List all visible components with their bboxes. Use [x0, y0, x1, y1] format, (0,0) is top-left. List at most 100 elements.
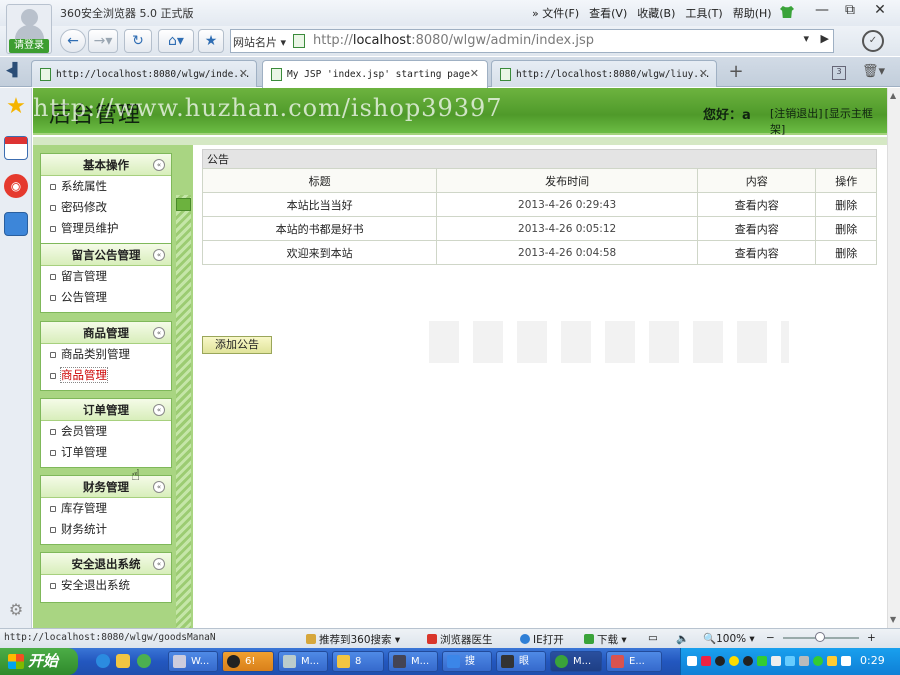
- go-button[interactable]: ▶: [821, 32, 829, 45]
- download-menu[interactable]: 下载 ▾: [584, 632, 627, 647]
- add-announcement-button[interactable]: 添加公告: [202, 336, 272, 354]
- menu-favorites[interactable]: 收藏(B): [637, 5, 675, 21]
- tab-close-icon[interactable]: ✕: [699, 67, 708, 80]
- mobile-icon[interactable]: [4, 212, 28, 236]
- sidebar-item-messages[interactable]: 留言管理: [41, 266, 171, 287]
- tray-icon[interactable]: [757, 656, 767, 666]
- tray-icon[interactable]: [687, 656, 697, 666]
- collapse-icon[interactable]: «: [153, 481, 165, 493]
- taskbar-item[interactable]: 搜: [442, 651, 492, 672]
- scroll-down-icon[interactable]: ▼: [890, 615, 896, 624]
- ie-open[interactable]: IE打开: [520, 632, 564, 647]
- tab-close-icon[interactable]: ✕: [470, 67, 479, 80]
- browser-doctor[interactable]: 浏览器医生: [427, 632, 493, 647]
- view-content-link[interactable]: 查看内容: [697, 216, 817, 241]
- favorites-star-icon[interactable]: ★: [4, 96, 28, 120]
- closed-tabs-trash-icon[interactable]: 🗑▾: [862, 64, 885, 79]
- sidebar-item-announcements[interactable]: 公告管理: [41, 287, 171, 308]
- menu-group-title[interactable]: 财务管理 «: [41, 476, 171, 498]
- menu-help[interactable]: 帮助(H): [733, 5, 772, 21]
- view-content-link[interactable]: 查看内容: [697, 240, 817, 265]
- volume-tray-icon[interactable]: [799, 656, 809, 666]
- new-tab-button[interactable]: +: [724, 62, 748, 84]
- splitter-toggle-icon[interactable]: [176, 198, 191, 211]
- qq-tray-icon[interactable]: [715, 656, 725, 666]
- tray-icon[interactable]: [771, 656, 781, 666]
- delete-link[interactable]: 删除: [815, 240, 877, 265]
- recommend-360-search[interactable]: 推荐到360搜索 ▾: [306, 632, 400, 647]
- address-bar[interactable]: 网站名片 ▾ http://localhost:8080/wlgw/admin/…: [230, 29, 834, 53]
- menu-group-title[interactable]: 订单管理 «: [41, 399, 171, 421]
- qq-tray-icon[interactable]: [743, 656, 753, 666]
- sidebar-item-goods-categories[interactable]: 商品类别管理: [41, 344, 171, 365]
- sidebar-item-finance-stats[interactable]: 财务统计: [41, 519, 171, 540]
- sidebar-item-orders[interactable]: 订单管理: [41, 442, 171, 463]
- sidebar-item-logout[interactable]: 安全退出系统: [41, 575, 171, 596]
- clock[interactable]: 0:29: [860, 654, 885, 667]
- sidebar-item-goods[interactable]: 商品管理: [41, 365, 171, 386]
- start-button[interactable]: 开始: [0, 648, 78, 675]
- taskbar-item[interactable]: 眼: [496, 651, 546, 672]
- taskbar-item[interactable]: W...: [168, 651, 218, 672]
- url-text[interactable]: http://localhost:8080/wlgw/admin/index.j…: [313, 33, 594, 48]
- home-button[interactable]: ⌂▾: [158, 29, 194, 53]
- menu-group-title[interactable]: 基本操作 «: [41, 154, 171, 176]
- tab-list-icon[interactable]: 3: [832, 66, 846, 80]
- tray-icon[interactable]: [729, 656, 739, 666]
- volume-icon[interactable]: 🔈: [676, 632, 689, 645]
- tab-close-icon[interactable]: ✕: [239, 67, 248, 80]
- collapse-icon[interactable]: «: [153, 249, 165, 261]
- logout-link[interactable]: [注销退出]: [770, 107, 823, 120]
- collapse-icon[interactable]: «: [153, 327, 165, 339]
- refresh-button[interactable]: ↻: [124, 29, 152, 53]
- tray-icon[interactable]: [701, 656, 711, 666]
- tab-index[interactable]: http://localhost:8080/wlgw/inde... ✕: [31, 60, 257, 87]
- screen-icon[interactable]: ▭: [648, 632, 658, 644]
- security-shield-icon[interactable]: ✓: [862, 30, 884, 52]
- close-window-button[interactable]: ✕: [866, 0, 894, 22]
- ie-quicklaunch-icon[interactable]: [96, 654, 110, 668]
- sidebar-item-password[interactable]: 密码修改: [41, 197, 171, 218]
- taskbar-item[interactable]: M...: [388, 651, 438, 672]
- menu-group-title[interactable]: 安全退出系统 «: [41, 553, 171, 575]
- sidebar-item-members[interactable]: 会员管理: [41, 421, 171, 442]
- sidebar-item-inventory[interactable]: 库存管理: [41, 498, 171, 519]
- forward-button[interactable]: →▾: [88, 29, 118, 53]
- skin-shirt-icon[interactable]: [780, 6, 794, 18]
- minimize-button[interactable]: —: [808, 0, 836, 22]
- delete-link[interactable]: 删除: [815, 216, 877, 241]
- collapse-icon[interactable]: «: [153, 159, 165, 171]
- collapse-icon[interactable]: «: [153, 558, 165, 570]
- sidebar-item-admin-maintenance[interactable]: 管理员维护: [41, 218, 171, 239]
- settings-gear-icon[interactable]: ⚙: [4, 598, 28, 622]
- tray-icon[interactable]: [841, 656, 851, 666]
- maximize-button[interactable]: ⧉: [836, 0, 864, 22]
- taskbar-item[interactable]: E...: [606, 651, 662, 672]
- page-scrollbar[interactable]: ▲ ▼: [887, 88, 900, 628]
- back-button[interactable]: ←: [60, 29, 86, 53]
- weibo-icon[interactable]: ◉: [4, 174, 28, 198]
- taskbar-item[interactable]: 8: [332, 651, 384, 672]
- menu-group-title[interactable]: 商品管理 «: [41, 322, 171, 344]
- scroll-up-icon[interactable]: ▲: [890, 91, 896, 100]
- shield-tray-icon[interactable]: [827, 656, 837, 666]
- sidebar-toggle-icon[interactable]: ◂▌: [6, 63, 23, 78]
- address-dropdown-icon[interactable]: ▾: [803, 32, 809, 45]
- menu-file[interactable]: » 文件(F): [532, 5, 579, 21]
- sidebar-splitter[interactable]: [176, 195, 191, 628]
- folder-quicklaunch-icon[interactable]: [116, 654, 130, 668]
- zoom-out-button[interactable]: −: [766, 632, 775, 644]
- view-content-link[interactable]: 查看内容: [697, 192, 817, 217]
- menu-tools[interactable]: 工具(T): [685, 5, 722, 21]
- menu-group-title[interactable]: 留言公告管理 «: [41, 244, 171, 266]
- network-icon[interactable]: [785, 656, 795, 666]
- 360-quicklaunch-icon[interactable]: [137, 654, 151, 668]
- login-button[interactable]: 请登录: [9, 39, 49, 53]
- favorite-star-button[interactable]: ★: [198, 29, 224, 53]
- zoom-in-button[interactable]: +: [867, 632, 876, 644]
- zoom-slider-knob[interactable]: [815, 632, 825, 642]
- delete-link[interactable]: 删除: [815, 192, 877, 217]
- site-cards-dropdown[interactable]: 网站名片 ▾: [233, 34, 286, 50]
- user-avatar[interactable]: 请登录: [6, 4, 52, 54]
- tab-my-jsp[interactable]: My JSP 'index.jsp' starting page ✕: [262, 60, 488, 88]
